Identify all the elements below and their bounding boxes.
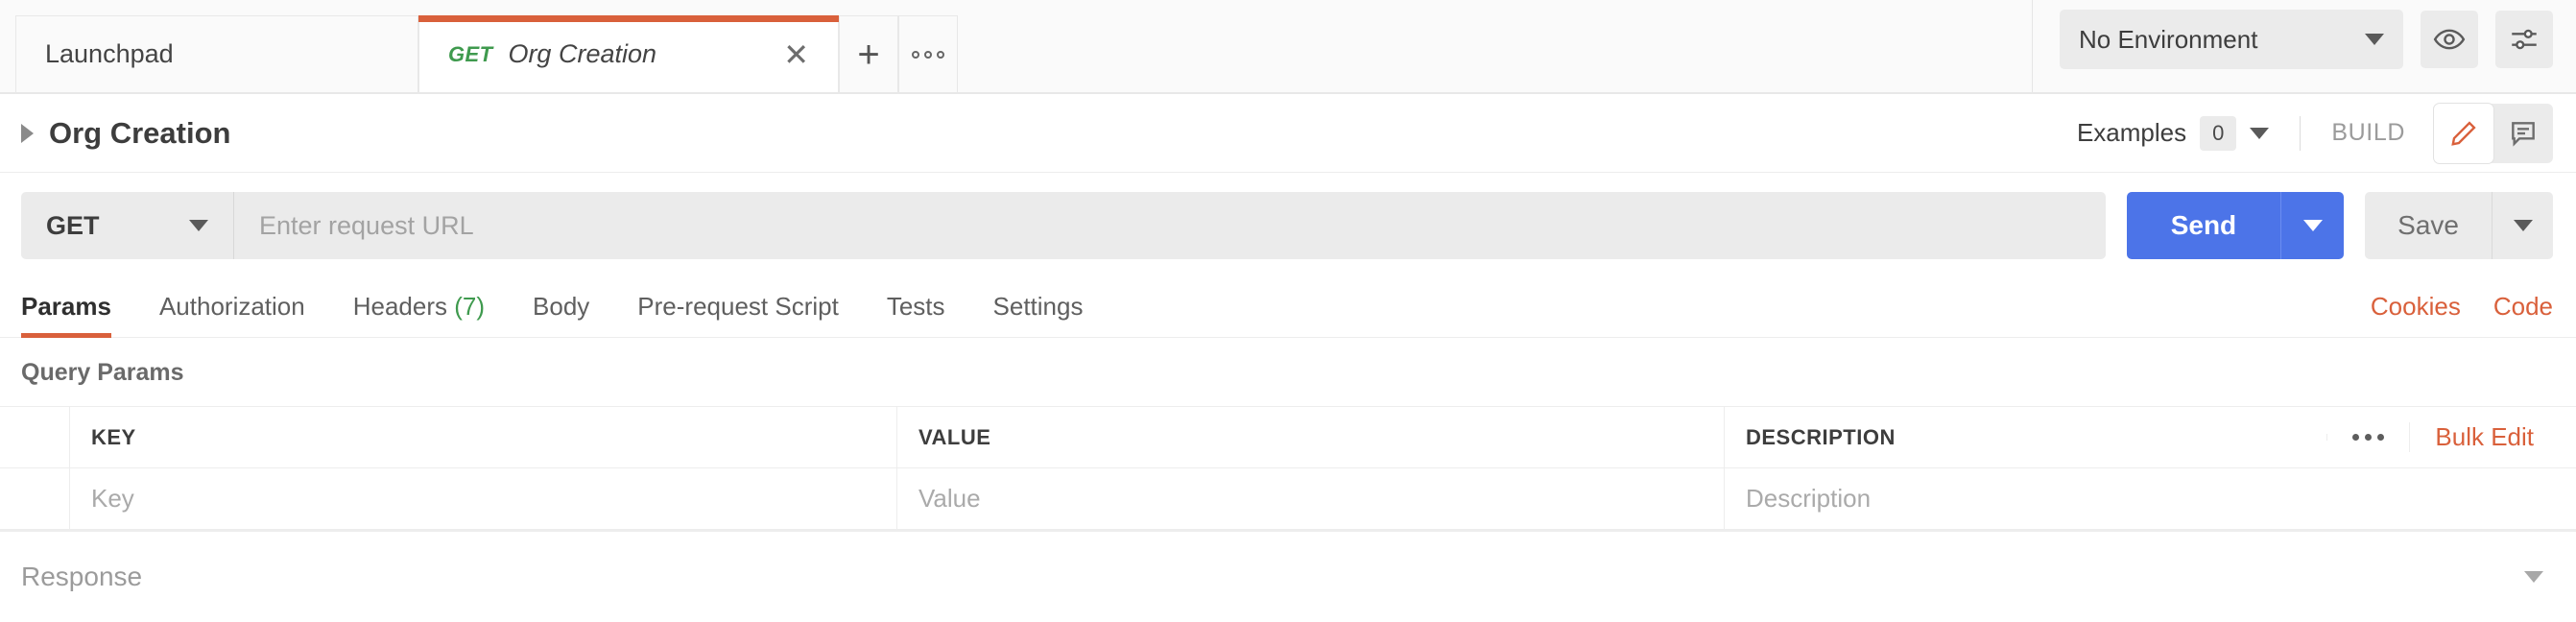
tab-authorization[interactable]: Authorization: [159, 292, 305, 337]
settings-button[interactable]: [2495, 11, 2553, 68]
response-chevron-down-icon[interactable]: [2524, 571, 2543, 583]
response-section: Response: [0, 530, 2576, 622]
tab-params-label: Params: [21, 292, 111, 321]
method-url-group: GET Enter request URL: [21, 192, 2106, 259]
eye-icon: [2433, 29, 2466, 50]
tab-headers-count: (7): [454, 292, 486, 321]
chevron-down-icon: [2513, 220, 2533, 231]
row-checkbox-cell[interactable]: [0, 468, 70, 529]
tab-authorization-label: Authorization: [158, 292, 305, 321]
tab-bar: Launchpad GET Org Creation ✕ + No Enviro…: [0, 0, 2576, 94]
chevron-down-icon: [2302, 220, 2323, 231]
tab-params[interactable]: Params: [21, 292, 111, 338]
cookies-link[interactable]: Cookies: [2371, 292, 2461, 322]
request-tabs-right-links: Cookies Code: [2371, 292, 2553, 337]
send-options-button[interactable]: [2280, 192, 2345, 259]
table-header-actions: Bulk Edit: [2326, 422, 2555, 452]
tab-launchpad[interactable]: Launchpad: [15, 15, 418, 92]
column-header-description: DESCRIPTION Bulk Edit: [1725, 407, 2576, 467]
column-header-value-label: VALUE: [918, 424, 991, 449]
tab-settings[interactable]: Settings: [993, 292, 1084, 337]
tab-tests[interactable]: Tests: [887, 292, 945, 337]
chevron-down-icon: [189, 220, 208, 231]
tab-headers-label: Headers: [352, 292, 448, 321]
examples-count-badge: 0: [2200, 115, 2237, 151]
save-button[interactable]: Save: [2365, 192, 2492, 259]
column-header-value: VALUE: [897, 407, 1725, 467]
new-tab-button[interactable]: +: [839, 15, 898, 92]
edit-mode-button[interactable]: [2434, 103, 2493, 163]
tab-tests-label: Tests: [886, 292, 945, 321]
examples-chevron-down-icon[interactable]: [2250, 127, 2270, 139]
column-header-key: KEY: [70, 407, 897, 467]
row-value-placeholder: Value: [918, 484, 981, 513]
tab-body-label: Body: [533, 292, 590, 321]
environment-quick-look-button[interactable]: [2421, 11, 2478, 68]
comment-icon: [2512, 121, 2535, 147]
divider: [2300, 115, 2302, 151]
request-url-input[interactable]: Enter request URL: [234, 192, 2106, 259]
table-header-row: KEY VALUE DESCRIPTION Bulk Edit: [0, 407, 2576, 468]
send-button[interactable]: Send: [2126, 192, 2281, 259]
comment-mode-button[interactable]: [2493, 104, 2553, 163]
select-all-checkbox-cell[interactable]: [0, 407, 70, 467]
tab-body[interactable]: Body: [533, 292, 589, 337]
row-key-input[interactable]: Key: [70, 468, 897, 529]
ellipsis-icon: [912, 50, 944, 59]
bulk-edit-button[interactable]: Bulk Edit: [2409, 422, 2555, 452]
row-description-input[interactable]: Description: [1725, 468, 2576, 529]
http-method-selector[interactable]: GET: [21, 192, 234, 259]
pencil-icon: [2451, 120, 2476, 146]
tab-org-creation-label: Org Creation: [508, 39, 657, 68]
column-header-description-label: DESCRIPTION: [1746, 424, 1896, 449]
tab-options-button[interactable]: [898, 15, 958, 92]
code-link[interactable]: Code: [2493, 292, 2553, 322]
table-options-button[interactable]: [2326, 434, 2409, 441]
tab-org-creation[interactable]: GET Org Creation ✕: [418, 15, 839, 92]
save-button-group: Save: [2365, 192, 2553, 259]
tab-launchpad-label: Launchpad: [45, 39, 174, 68]
table-row: Key Value Description: [0, 468, 2576, 530]
query-params-section-title: Query Params: [21, 359, 184, 386]
tab-settings-label: Settings: [992, 292, 1084, 321]
save-options-button[interactable]: [2492, 192, 2553, 259]
title-row-right-controls: Examples 0 BUILD: [2076, 103, 2553, 163]
close-icon[interactable]: ✕: [754, 39, 809, 70]
sliders-icon: [2512, 29, 2537, 50]
build-label: BUILD: [2331, 119, 2405, 146]
row-description-placeholder: Description: [1746, 484, 1872, 513]
request-url-row: GET Enter request URL Send Save: [0, 173, 2576, 278]
expand-triangle-icon[interactable]: [21, 123, 34, 143]
chevron-down-icon: [2365, 34, 2384, 45]
send-button-group: Send: [2126, 192, 2345, 259]
environment-selector[interactable]: No Environment: [2060, 10, 2403, 69]
request-title-row: Org Creation Examples 0 BUILD: [0, 94, 2576, 173]
response-label: Response: [21, 562, 143, 591]
query-params-table: KEY VALUE DESCRIPTION Bulk Edit Key Valu…: [0, 406, 2576, 530]
page-title: Org Creation: [49, 115, 231, 150]
tab-pre-request-script-label: Pre-request Script: [637, 292, 839, 321]
postman-request-window: Launchpad GET Org Creation ✕ + No Enviro…: [0, 0, 2576, 622]
request-section-tabs: Params Authorization Headers (7) Body Pr…: [0, 278, 2576, 338]
column-header-key-label: KEY: [91, 424, 136, 449]
tab-headers[interactable]: Headers (7): [353, 292, 485, 337]
row-value-input[interactable]: Value: [897, 468, 1725, 529]
examples-label: Examples: [2076, 118, 2187, 147]
tab-strip: Launchpad GET Org Creation ✕ +: [0, 0, 958, 92]
http-method-label: GET: [46, 210, 100, 240]
row-key-placeholder: Key: [91, 484, 134, 513]
plus-icon: +: [857, 33, 880, 76]
tab-pre-request-script[interactable]: Pre-request Script: [637, 292, 839, 337]
tab-method-label: GET: [448, 41, 493, 66]
tab-bar-right-controls: No Environment: [2032, 0, 2576, 92]
mode-toggle-group: [2434, 103, 2553, 163]
environment-selected-label: No Environment: [2079, 24, 2258, 54]
